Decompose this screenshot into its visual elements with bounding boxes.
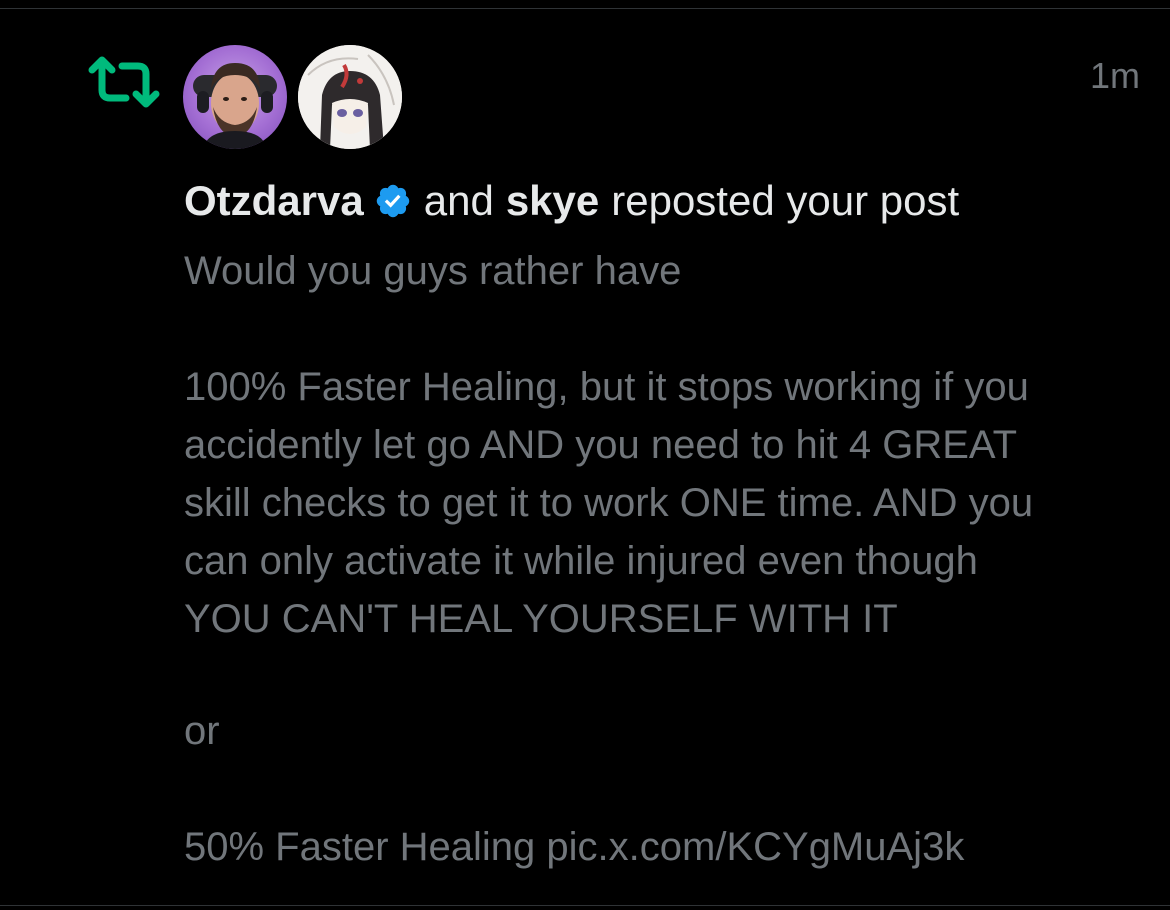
post-line: skill checks to get it to work ONE time.… <box>184 481 1034 525</box>
connector-text: and <box>423 177 494 224</box>
post-line: Would you guys rather have <box>184 249 682 293</box>
avatar-skye[interactable] <box>298 45 402 149</box>
post-line: can only activate it while injured even … <box>184 539 978 583</box>
user-name-otzdarva[interactable]: Otzdarva <box>184 176 364 226</box>
notification-headline: Otzdarva and skye reposted your post <box>184 176 959 226</box>
verified-badge-icon <box>376 184 409 218</box>
timestamp: 1m <box>1089 55 1140 96</box>
user-name-skye[interactable]: skye <box>506 176 599 226</box>
post-line-last: 50% Faster Healing pic.x.com/KCYgMuAj3k <box>184 825 965 869</box>
repost-icon <box>88 56 160 108</box>
bottom-divider <box>0 905 1170 906</box>
avatar-otzdarva[interactable] <box>183 45 287 149</box>
post-line: 100% Faster Healing, but it stops workin… <box>184 365 1029 409</box>
post-line-or: or <box>184 709 220 753</box>
post-line: accidently let go AND you need to hit 4 … <box>184 423 1018 467</box>
action-text: reposted your post <box>611 177 960 224</box>
post-text[interactable]: Would you guys rather have 100% Faster H… <box>184 242 1144 876</box>
top-divider <box>0 8 1170 9</box>
post-line: YOU CAN'T HEAL YOURSELF WITH IT <box>184 597 898 641</box>
